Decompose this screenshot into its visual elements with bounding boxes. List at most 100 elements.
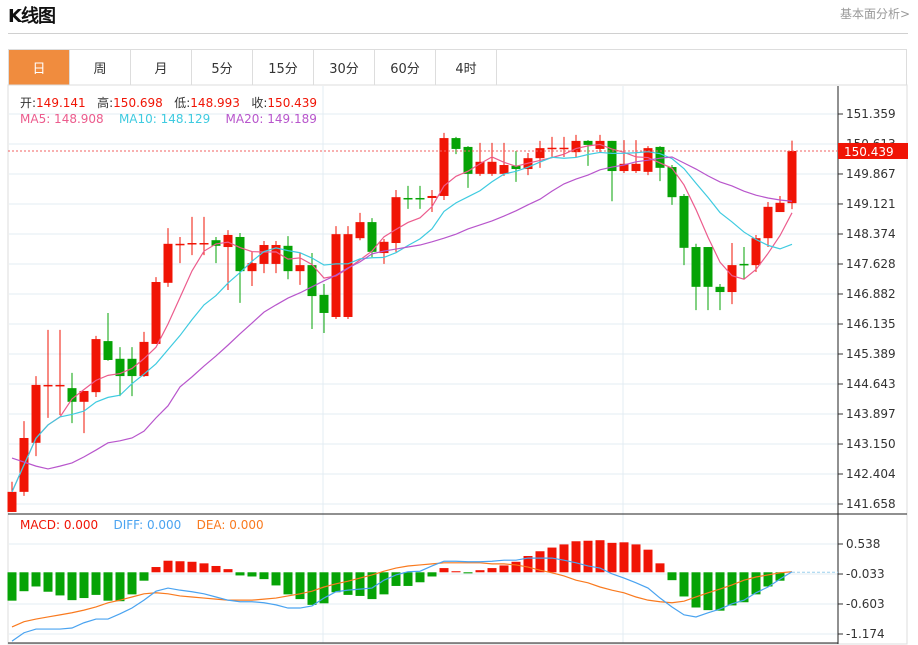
macd-bar — [607, 542, 617, 573]
candle-body — [175, 243, 185, 246]
candle-body — [703, 247, 713, 287]
candle-body — [739, 263, 749, 266]
macd-bar — [295, 572, 305, 600]
macd-tick-label: -0.603 — [846, 597, 885, 611]
candle-body — [715, 286, 725, 293]
macd-bar — [307, 572, 317, 605]
ma10-legend: MA10: 148.129 — [118, 112, 211, 126]
low-label: 低: — [174, 96, 191, 110]
candle-body — [151, 282, 161, 344]
dea-value: DEA: 0.000 — [196, 518, 264, 532]
candle-body — [751, 238, 761, 266]
price-tick-label: 142.404 — [846, 467, 896, 481]
macd-bar — [127, 572, 137, 595]
macd-bar — [343, 572, 353, 595]
price-tick-label: 141.658 — [846, 497, 896, 511]
macd-bar — [67, 572, 77, 601]
candle-body — [763, 206, 773, 239]
candle-body — [631, 163, 641, 172]
macd-bar — [79, 572, 89, 599]
macd-bar — [559, 544, 569, 573]
price-tick-label: 144.643 — [846, 377, 896, 391]
high-label: 高: — [97, 96, 114, 110]
macd-tick-label: -0.033 — [846, 567, 885, 581]
macd-bar — [487, 568, 497, 573]
candle-body — [199, 243, 209, 245]
candle-body — [343, 234, 353, 317]
candle-body — [319, 294, 329, 313]
macd-bar — [415, 572, 425, 583]
candle-body — [427, 195, 437, 198]
macd-bar — [499, 565, 509, 573]
price-tick-label: 143.897 — [846, 407, 896, 421]
candle-body — [307, 265, 317, 297]
macd-value: MACD: 0.000 — [20, 518, 99, 532]
candle-body — [355, 222, 365, 239]
ma20-legend: MA20: 149.189 — [225, 112, 317, 126]
diff-value: DIFF: 0.000 — [113, 518, 182, 532]
macd-bar — [655, 563, 665, 573]
candle-body — [91, 339, 101, 393]
candle-body — [547, 147, 557, 150]
macd-bar — [691, 572, 701, 608]
price-tick-label: 148.374 — [846, 227, 896, 241]
macd-bar — [139, 572, 149, 581]
candle-body — [559, 147, 569, 150]
candle-body — [187, 243, 197, 245]
macd-bar — [283, 572, 293, 595]
macd-bar — [679, 572, 689, 597]
macd-bar — [619, 542, 629, 573]
candle-body — [727, 265, 737, 293]
candle-body — [295, 265, 305, 272]
macd-bar — [355, 572, 365, 596]
candle-body — [43, 384, 53, 387]
high-value: 150.698 — [113, 96, 163, 110]
macd-bar — [643, 549, 653, 573]
candle-body — [415, 197, 425, 200]
macd-bar — [427, 572, 437, 577]
macd-bar — [151, 567, 161, 573]
candle-body — [103, 341, 113, 360]
candle-body — [583, 140, 593, 145]
candle-body — [55, 384, 65, 387]
candle-body — [7, 491, 17, 512]
price-tick-label: 151.359 — [846, 107, 896, 121]
ma10-line — [11, 151, 793, 493]
diff-line — [11, 557, 793, 642]
candle-body — [127, 358, 137, 377]
macd-bar — [379, 572, 389, 595]
candle-body — [787, 150, 797, 204]
macd-bar — [199, 563, 209, 573]
macd-bar — [163, 560, 173, 573]
candle-body — [451, 138, 461, 149]
macd-bar — [211, 565, 221, 573]
candle-body — [235, 236, 245, 272]
candle-body — [163, 243, 173, 283]
price-tick-label: 147.628 — [846, 257, 896, 271]
macd-bar — [715, 572, 725, 611]
candle-body — [391, 197, 401, 244]
last-price-label: 150.439 — [844, 145, 894, 159]
candle-body — [439, 138, 449, 196]
macd-bar — [511, 561, 521, 573]
candle-body — [775, 202, 785, 213]
macd-bar — [175, 561, 185, 573]
close-value: 150.439 — [267, 96, 318, 110]
candle-body — [499, 165, 509, 174]
candle-body — [223, 234, 233, 248]
price-tick-label: 149.867 — [846, 167, 896, 181]
macd-bar — [19, 572, 29, 592]
price-tick-label: 143.150 — [846, 437, 896, 451]
macd-bar — [331, 572, 341, 593]
macd-legend: MACD: 0.000 DIFF: 0.000 DEA: 0.000 — [20, 518, 264, 532]
close-label: 收: — [251, 96, 268, 110]
macd-bar — [187, 561, 197, 573]
price-tick-label: 146.882 — [846, 287, 896, 301]
macd-bar — [727, 572, 737, 606]
macd-bar — [223, 569, 233, 573]
candle-body — [535, 148, 545, 159]
macd-bar — [271, 572, 281, 586]
macd-bar — [451, 571, 461, 573]
macd-bar — [115, 572, 125, 602]
macd-bar — [547, 547, 557, 573]
